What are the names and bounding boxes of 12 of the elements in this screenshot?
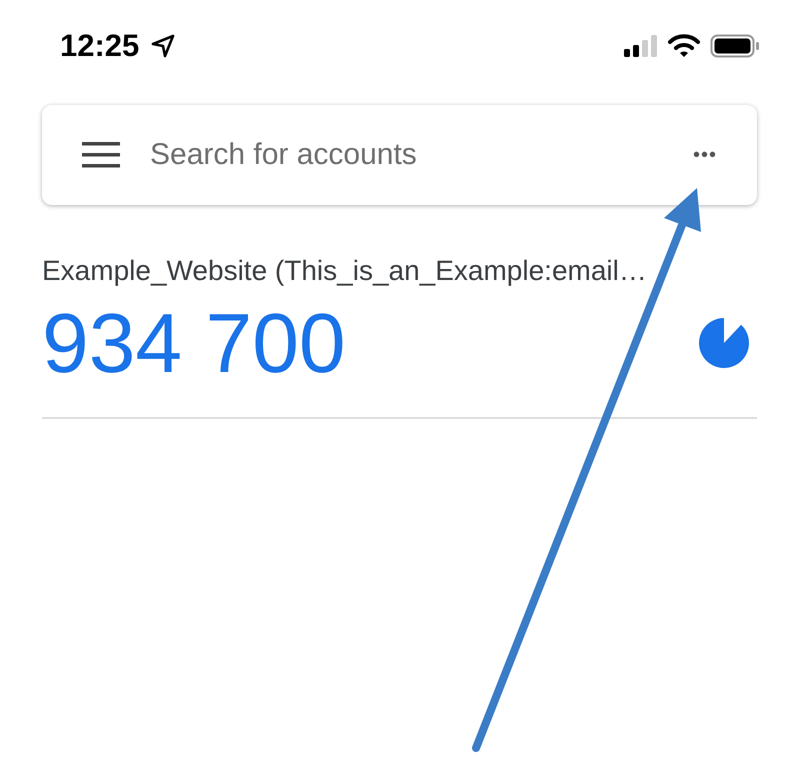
battery-icon [710,34,760,58]
search-bar[interactable]: Search for accounts ••• [42,105,757,205]
countdown-timer-icon [699,318,749,368]
wifi-icon [668,34,700,58]
otp-code[interactable]: 934 700 [42,301,346,385]
more-button[interactable]: ••• [692,144,717,166]
account-name: Example_Website (This_is_an_Example:email… [42,255,648,287]
menu-icon[interactable] [82,142,120,168]
signal-icon [624,35,658,57]
search-field[interactable]: Search for accounts [150,138,663,172]
location-arrow-icon [151,34,176,58]
status-time: 12:25 [60,28,140,64]
